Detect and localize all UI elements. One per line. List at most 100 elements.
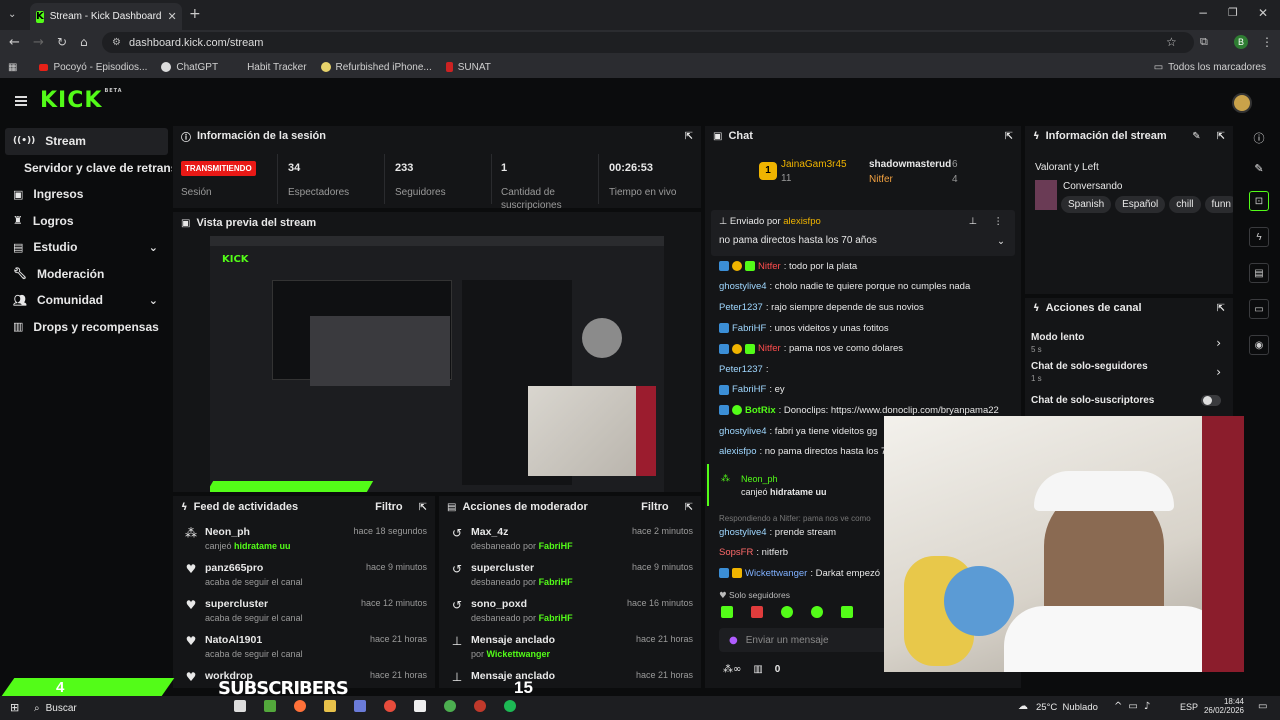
- bookmark-item[interactable]: ChatGPT: [161, 62, 218, 73]
- profile-avatar[interactable]: B: [1234, 35, 1248, 49]
- home-icon[interactable]: ⌂: [80, 35, 88, 49]
- chat-message[interactable]: Peter1237: rajo siempre depende de sus n…: [719, 297, 1019, 318]
- leader-name[interactable]: shadowmasterud: [869, 159, 951, 170]
- bookmark-item[interactable]: Pocoyó - Episodios...: [39, 62, 147, 73]
- edit-icon[interactable]: ✎: [1192, 131, 1200, 142]
- browser-menu-icon[interactable]: ⋮: [1261, 35, 1273, 49]
- tray-icons[interactable]: ^▭♪: [1114, 701, 1156, 712]
- clock[interactable]: 18:44 26/02/2026: [1200, 696, 1244, 715]
- action-slow-mode[interactable]: Modo lento 5 s ›: [1031, 332, 1227, 354]
- start-icon[interactable]: ⊞: [10, 701, 19, 714]
- edit-icon[interactable]: ✎: [1254, 162, 1263, 175]
- tab-search-icon[interactable]: ⌄: [8, 9, 16, 20]
- forward-icon[interactable]: →: [33, 35, 44, 50]
- redeem-message[interactable]: ⁂ Neon_ph canjeó hidratame uu: [707, 464, 883, 506]
- category-name[interactable]: Conversando: [1063, 181, 1122, 192]
- app-icon[interactable]: [504, 700, 516, 712]
- popout-icon[interactable]: ⇱: [685, 502, 693, 513]
- pinned-message[interactable]: ⊥ Enviado por alexisfpo no pama directos…: [711, 210, 1015, 256]
- list-item[interactable]: ♥ panz665pro acaba de seguir el canal hace …: [185, 558, 435, 594]
- layout-icon[interactable]: ⊡: [1249, 191, 1269, 211]
- chat-message[interactable]: Nitfer: todo por la plata: [719, 256, 1019, 277]
- tag[interactable]: Español: [1115, 196, 1166, 213]
- back-icon[interactable]: ←: [9, 35, 20, 50]
- list-item[interactable]: ♥ NatoAl1901 acaba de seguir el canal hace …: [185, 630, 435, 666]
- info-icon[interactable]: ⓘ: [1254, 130, 1265, 146]
- sidebar-item-comunidad[interactable]: 👥︎ Comunidad ⌄: [0, 287, 170, 314]
- bolt-icon[interactable]: ϟ: [1249, 227, 1269, 247]
- list-item[interactable]: ↺ Max_4z desbaneado por FabriHF hace 2 minu…: [451, 522, 701, 558]
- list-item[interactable]: ♥ supercluster acaba de seguir el canal hac…: [185, 594, 435, 630]
- leader-name[interactable]: Nitfer: [869, 174, 893, 185]
- chat-message[interactable]: FabriHF: ey: [719, 380, 1019, 401]
- popout-icon[interactable]: ⇱: [419, 502, 427, 513]
- emote-icon[interactable]: [751, 606, 763, 618]
- user-avatar[interactable]: [1232, 93, 1252, 113]
- chat-icon[interactable]: ▭: [1249, 299, 1269, 319]
- app-icon[interactable]: [234, 700, 246, 712]
- chat-message[interactable]: FabriHF: unos videitos y unas fotitos: [719, 318, 1019, 339]
- tag[interactable]: chill: [1169, 196, 1201, 213]
- activity-filter-button[interactable]: Filtro: [375, 501, 403, 513]
- chevron-down-icon[interactable]: ⌄: [997, 236, 1005, 247]
- bookmark-item[interactable]: SUNAT: [445, 62, 491, 73]
- stream-video[interactable]: KICK: [210, 236, 664, 492]
- popout-icon[interactable]: ⇱: [1005, 131, 1013, 142]
- list-item[interactable]: ⊥ Mensaje anclado por Wickettwanger hace 21…: [451, 630, 701, 666]
- emote-icon[interactable]: [781, 606, 793, 618]
- app-icon[interactable]: [474, 700, 486, 712]
- emote-icon[interactable]: [811, 606, 823, 618]
- broadcast-icon[interactable]: ◉: [1249, 335, 1269, 355]
- bookmark-star-icon[interactable]: ☆: [1166, 35, 1177, 49]
- close-tab-icon[interactable]: ✕: [167, 10, 176, 23]
- app-icon[interactable]: [294, 700, 306, 712]
- leader-name[interactable]: JainaGam3r45: [781, 159, 847, 170]
- close-window-icon[interactable]: ✕: [1258, 6, 1268, 20]
- list-item[interactable]: ↺ sono_poxd desbaneado por FabriHF hace 16 …: [451, 594, 701, 630]
- chat-input[interactable]: ● Enviar un mensaje: [719, 628, 889, 652]
- chat-message[interactable]: SopsFR: nitferb: [719, 543, 889, 564]
- sidebar-item-estudio[interactable]: ▤ Estudio ⌄: [0, 234, 170, 261]
- unpin-icon[interactable]: ⊥: [969, 216, 977, 227]
- app-icon[interactable]: [414, 700, 426, 712]
- more-options-icon[interactable]: ⋮: [994, 216, 1004, 227]
- app-icon[interactable]: [324, 700, 336, 712]
- gift-icon[interactable]: ▥: [753, 664, 762, 675]
- maximize-icon[interactable]: ❐: [1228, 6, 1238, 19]
- sidebar-item-ingresos[interactable]: ▣ Ingresos: [0, 181, 170, 208]
- popout-icon[interactable]: ⇱: [1217, 131, 1225, 142]
- weather-text[interactable]: 25°C Nublado: [1036, 702, 1098, 713]
- clip-icon[interactable]: ▤: [1249, 263, 1269, 283]
- chat-message[interactable]: ghostylive4: prende stream: [719, 522, 889, 543]
- chat-message[interactable]: Peter1237:: [719, 359, 1019, 380]
- tag[interactable]: Spanish: [1061, 196, 1112, 213]
- new-tab-icon[interactable]: +: [189, 6, 201, 22]
- app-icon[interactable]: [354, 700, 366, 712]
- emote-icon[interactable]: [721, 606, 733, 618]
- app-icon[interactable]: [384, 700, 396, 712]
- mod-filter-button[interactable]: Filtro: [641, 501, 669, 513]
- address-bar[interactable]: ⚙ dashboard.kick.com/stream: [102, 32, 1194, 53]
- subscribers-only-toggle[interactable]: [1201, 395, 1221, 406]
- list-item[interactable]: ↺ supercluster desbaneado por FabriHF hace …: [451, 558, 701, 594]
- sidebar-item-server-key[interactable]: Servidor y clave de retransmisión: [0, 155, 172, 182]
- chat-message[interactable]: ghostylive4: cholo nadie te quiere porqu…: [719, 277, 1019, 298]
- action-subscribers-only[interactable]: Chat de solo-suscriptores: [1031, 395, 1227, 406]
- action-followers-only[interactable]: Chat de solo-seguidores 1 s ›: [1031, 361, 1227, 383]
- notifications-icon[interactable]: ▭: [1258, 701, 1267, 712]
- tag[interactable]: funn: [1204, 196, 1233, 213]
- chat-message[interactable]: Wickettwanger: Darkat empezó: [719, 563, 889, 584]
- apps-icon[interactable]: ▦: [8, 62, 17, 73]
- bookmark-item[interactable]: Habit Tracker: [232, 62, 307, 73]
- emote-menu-icon[interactable]: ⁂∞: [723, 664, 741, 675]
- hamburger-menu-icon[interactable]: [15, 96, 27, 106]
- taskbar-search[interactable]: ⌕ Buscar: [34, 699, 174, 717]
- language-indicator[interactable]: ESP: [1180, 702, 1198, 712]
- sidebar-item-stream[interactable]: ((•)) Stream: [5, 128, 168, 155]
- sidebar-item-logros[interactable]: ♜ Logros: [0, 208, 170, 235]
- sidebar-item-moderacion[interactable]: 🔧︎ Moderación: [0, 261, 170, 288]
- all-bookmarks[interactable]: ▭ Todos los marcadores: [1154, 62, 1266, 73]
- list-item[interactable]: ⁂ Neon_ph canjeó hidratame uu hace 18 segun…: [185, 522, 435, 558]
- extensions-icon[interactable]: ⧉: [1200, 35, 1208, 49]
- bookmark-item[interactable]: Refurbished iPhone...: [320, 62, 432, 73]
